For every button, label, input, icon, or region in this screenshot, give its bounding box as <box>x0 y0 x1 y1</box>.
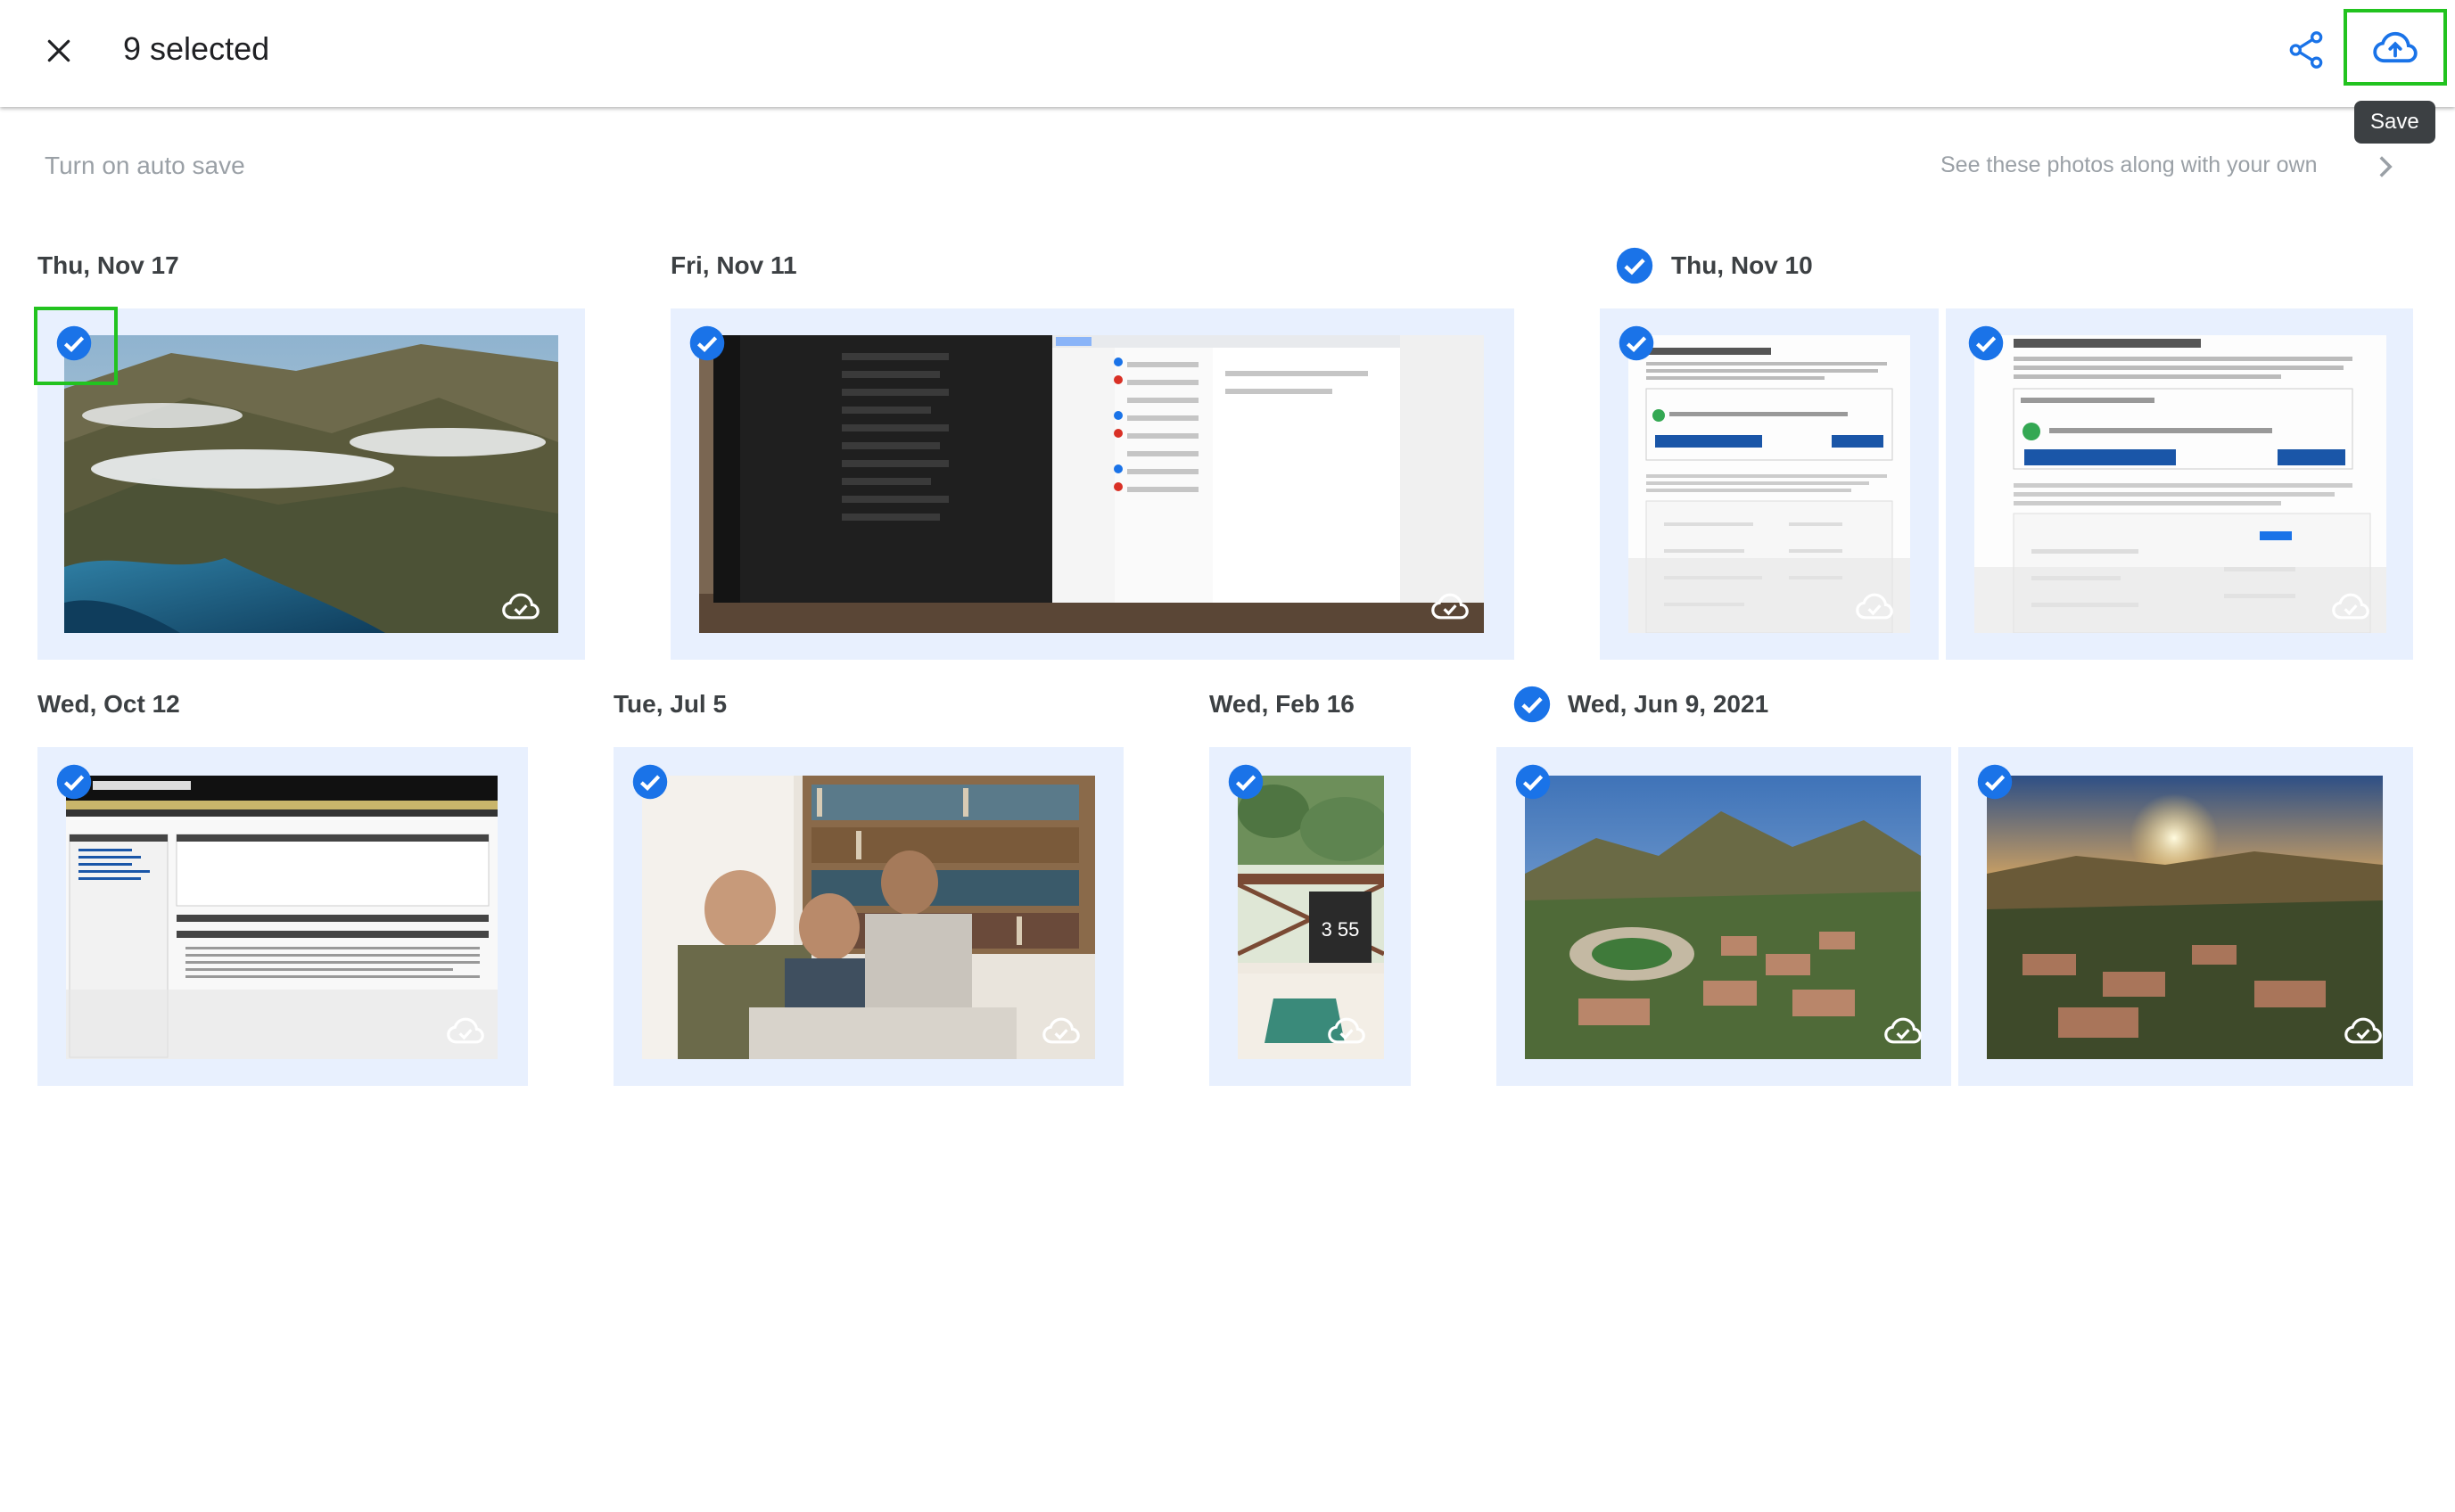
date-header: Fri, Nov 11 <box>671 251 797 279</box>
date-header: Wed, Oct 12 <box>37 690 180 718</box>
cloud-done-icon <box>1327 1016 1366 1045</box>
photo-tile[interactable] <box>1958 747 2413 1086</box>
photo-tile[interactable]: 3 55 <box>1209 747 1411 1086</box>
cloud-done-icon <box>446 1016 485 1045</box>
cloud-done-icon <box>1042 1016 1081 1045</box>
text-notifications-detail-photo <box>1974 335 2386 633</box>
cloud-done-icon <box>1855 592 1894 620</box>
cloud-done-icon <box>1883 1016 1923 1045</box>
text-notifications-screenshot-photo <box>1628 335 1910 633</box>
auto-save-link[interactable]: Turn on auto save <box>45 152 245 180</box>
photo-tile[interactable] <box>671 308 1514 660</box>
cloud-done-icon <box>2331 592 2370 620</box>
photo-tile[interactable] <box>37 308 585 660</box>
photo-tile[interactable] <box>1600 308 1939 660</box>
selected-checkmark-icon[interactable] <box>1227 763 1265 801</box>
selected-checkmark-icon[interactable] <box>55 325 93 362</box>
cloud-upload-icon <box>2373 31 2418 63</box>
selected-checkmark-icon[interactable] <box>688 325 726 362</box>
campus-sunset-photo <box>1987 776 2383 1059</box>
selected-checkmark-icon[interactable] <box>1514 763 1552 801</box>
close-selection-button[interactable] <box>32 20 86 82</box>
cloud-done-icon <box>1430 592 1470 620</box>
date-header: Thu, Nov 10 <box>1671 251 1813 279</box>
date-header: Wed, Feb 16 <box>1209 690 1355 718</box>
save-tooltip: Save <box>2354 101 2435 144</box>
selected-count: 9 selected <box>123 30 270 67</box>
campus-aerial-photo <box>1525 776 1921 1059</box>
selected-checkmark-icon[interactable] <box>55 763 93 801</box>
selected-checkmark-icon[interactable] <box>631 763 669 801</box>
cloud-done-icon <box>501 592 540 620</box>
library-team-photo <box>642 776 1095 1059</box>
photo-tile[interactable] <box>1496 747 1951 1086</box>
photo-tile[interactable] <box>1946 308 2413 660</box>
photo-tile[interactable] <box>614 747 1124 1086</box>
close-icon <box>47 39 70 62</box>
coastal-mountains-photo <box>64 335 558 633</box>
date-header: Wed, Jun 9, 2021 <box>1568 690 1769 718</box>
share-button[interactable] <box>2279 27 2333 73</box>
cloud-done-icon <box>2344 1016 2383 1045</box>
selected-checkmark-icon[interactable] <box>1618 325 1655 362</box>
photo-tile[interactable] <box>37 747 528 1086</box>
desktop-screenshot-photo <box>699 335 1484 633</box>
student-employment-page-photo <box>66 776 498 1059</box>
group-select-checkmark-icon[interactable] <box>1615 246 1654 285</box>
date-header: Thu, Nov 17 <box>37 251 179 279</box>
selection-toolbar: 9 selected <box>0 0 2455 107</box>
chevron-right-icon[interactable] <box>2372 152 2399 182</box>
svg-text:3 55: 3 55 <box>1322 918 1360 941</box>
selected-checkmark-icon[interactable] <box>1967 325 2005 362</box>
see-photos-link[interactable]: See these photos along with your own <box>1940 152 2318 178</box>
selected-checkmark-icon[interactable] <box>1976 763 2014 801</box>
group-select-checkmark-icon[interactable] <box>1512 685 1552 724</box>
date-header: Tue, Jul 5 <box>614 690 728 718</box>
save-button[interactable] <box>2344 9 2447 86</box>
share-icon <box>2289 31 2323 69</box>
